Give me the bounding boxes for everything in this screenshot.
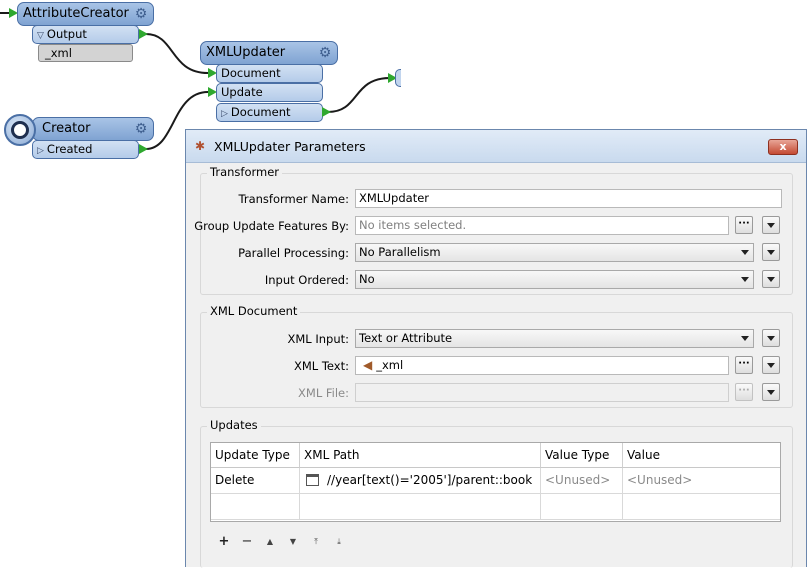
- transformer-name-label: Transformer Name:: [238, 192, 349, 206]
- table-cell-value[interactable]: <Unused>: [623, 468, 780, 494]
- column-header-update-type[interactable]: Update Type: [211, 443, 300, 468]
- gear-icon[interactable]: ⚙: [133, 121, 149, 137]
- xmlupdater-title: XMLUpdater: [206, 45, 286, 60]
- move-top-button[interactable]: ⤒: [308, 534, 324, 550]
- xmlupdater-node[interactable]: XMLUpdater ⚙: [200, 41, 338, 65]
- chevron-down-icon: [767, 390, 775, 395]
- xml-file-label: XML File:: [298, 386, 349, 400]
- group-by-menu-button[interactable]: [762, 216, 780, 234]
- triangle-down-icon: ▽: [37, 31, 44, 41]
- xml-input-select[interactable]: Text or Attribute: [355, 329, 754, 348]
- output-arrow[interactable]: [139, 29, 148, 39]
- xml-input-menu-button[interactable]: [762, 329, 780, 347]
- creator-output-port[interactable]: ▷ Created: [32, 140, 139, 159]
- xmlupdater-parameters-dialog: ✱ XMLUpdater Parameters x Transformer Tr…: [185, 129, 807, 568]
- gear-icon[interactable]: ⚙: [133, 6, 149, 22]
- xml-file-ellipsis-button[interactable]: ···: [735, 383, 753, 401]
- transformer-name-input[interactable]: XMLUpdater: [355, 189, 782, 208]
- table-cell-value-type[interactable]: <Unused>: [541, 468, 623, 494]
- parallel-processing-menu-button[interactable]: [762, 243, 780, 261]
- dialog-titlebar[interactable]: ✱ XMLUpdater Parameters x: [186, 130, 806, 163]
- table-cell-xml-path[interactable]: //year[text()='2005']/parent::book: [300, 468, 541, 494]
- triangle-right-icon: ▷: [221, 109, 228, 119]
- close-button[interactable]: x: [768, 139, 798, 155]
- move-up-button[interactable]: ▲: [262, 534, 278, 550]
- chevron-down-icon: [767, 277, 775, 282]
- xml-text-ellipsis-button[interactable]: ···: [735, 356, 753, 374]
- table-cell-empty[interactable]: [300, 494, 541, 520]
- creator-node[interactable]: Creator ⚙: [32, 117, 154, 141]
- chevron-down-icon: [767, 250, 775, 255]
- parallel-processing-label: Parallel Processing:: [238, 246, 349, 260]
- input-ordered-label: Input Ordered:: [264, 273, 349, 287]
- chevron-down-icon: [767, 363, 775, 368]
- xmlupdater-update-input-port[interactable]: Update: [216, 83, 323, 102]
- remove-row-button[interactable]: −: [239, 534, 255, 550]
- xmlupdater-document-input-port[interactable]: Document: [216, 64, 323, 83]
- creator-icon: [4, 114, 36, 146]
- xml-input-label: XML Input:: [287, 332, 349, 346]
- table-cell-update-type[interactable]: Delete: [211, 468, 300, 494]
- output-arrow[interactable]: [322, 107, 331, 117]
- xml-text-menu-button[interactable]: [762, 356, 780, 374]
- dialog-title: XMLUpdater Parameters: [214, 139, 366, 154]
- add-row-button[interactable]: +: [216, 534, 232, 550]
- input-ordered-select[interactable]: No: [355, 270, 754, 289]
- chevron-down-icon: [741, 336, 749, 341]
- output-arrow[interactable]: [139, 144, 148, 154]
- column-header-xml-path[interactable]: XML Path: [300, 443, 541, 468]
- column-header-value[interactable]: Value: [623, 443, 780, 468]
- attributecreator-title: AttributeCreator: [23, 6, 129, 21]
- attributecreator-node[interactable]: AttributeCreator ⚙: [17, 2, 154, 26]
- table-cell-empty[interactable]: [211, 494, 300, 520]
- attributecreator-output-port[interactable]: ▽ Output: [32, 25, 139, 44]
- creator-title: Creator: [42, 121, 91, 136]
- transformer-icon: ✱: [195, 139, 206, 153]
- chevron-down-icon: [741, 250, 749, 255]
- gear-icon[interactable]: ⚙: [317, 45, 333, 61]
- updates-table: Update Type XML Path Value Type Value De…: [210, 442, 781, 522]
- xml-text-input[interactable]: ◀ _xml: [355, 356, 729, 375]
- move-bottom-button[interactable]: ⤓: [331, 534, 347, 550]
- xml-file-menu-button[interactable]: [762, 383, 780, 401]
- triangle-right-icon: ▷: [37, 146, 44, 156]
- column-header-value-type[interactable]: Value Type: [541, 443, 623, 468]
- next-node-edge: [395, 69, 401, 87]
- chevron-down-icon: [767, 223, 775, 228]
- group-by-ellipsis-button[interactable]: ···: [735, 216, 753, 234]
- xml-file-input[interactable]: [355, 383, 729, 402]
- updates-group-title: Updates: [207, 418, 261, 432]
- chevron-down-icon: [741, 277, 749, 282]
- text-editor-icon[interactable]: [306, 474, 319, 486]
- xmlupdater-document-output-port[interactable]: ▷ Document: [216, 103, 323, 122]
- table-cell-empty[interactable]: [541, 494, 623, 520]
- attribute-item: _xml: [38, 44, 133, 62]
- attribute-icon: ◀: [363, 358, 373, 372]
- group-by-input[interactable]: No items selected.: [355, 216, 729, 235]
- xml-document-group-title: XML Document: [207, 304, 301, 318]
- move-down-button[interactable]: ▼: [285, 534, 301, 550]
- table-cell-empty[interactable]: [623, 494, 780, 520]
- xml-text-label: XML Text:: [294, 359, 349, 373]
- group-by-label: Group Update Features By:: [194, 219, 349, 233]
- input-ordered-menu-button[interactable]: [762, 270, 780, 288]
- transformer-group-title: Transformer: [207, 165, 283, 179]
- chevron-down-icon: [767, 336, 775, 341]
- parallel-processing-select[interactable]: No Parallelism: [355, 243, 754, 262]
